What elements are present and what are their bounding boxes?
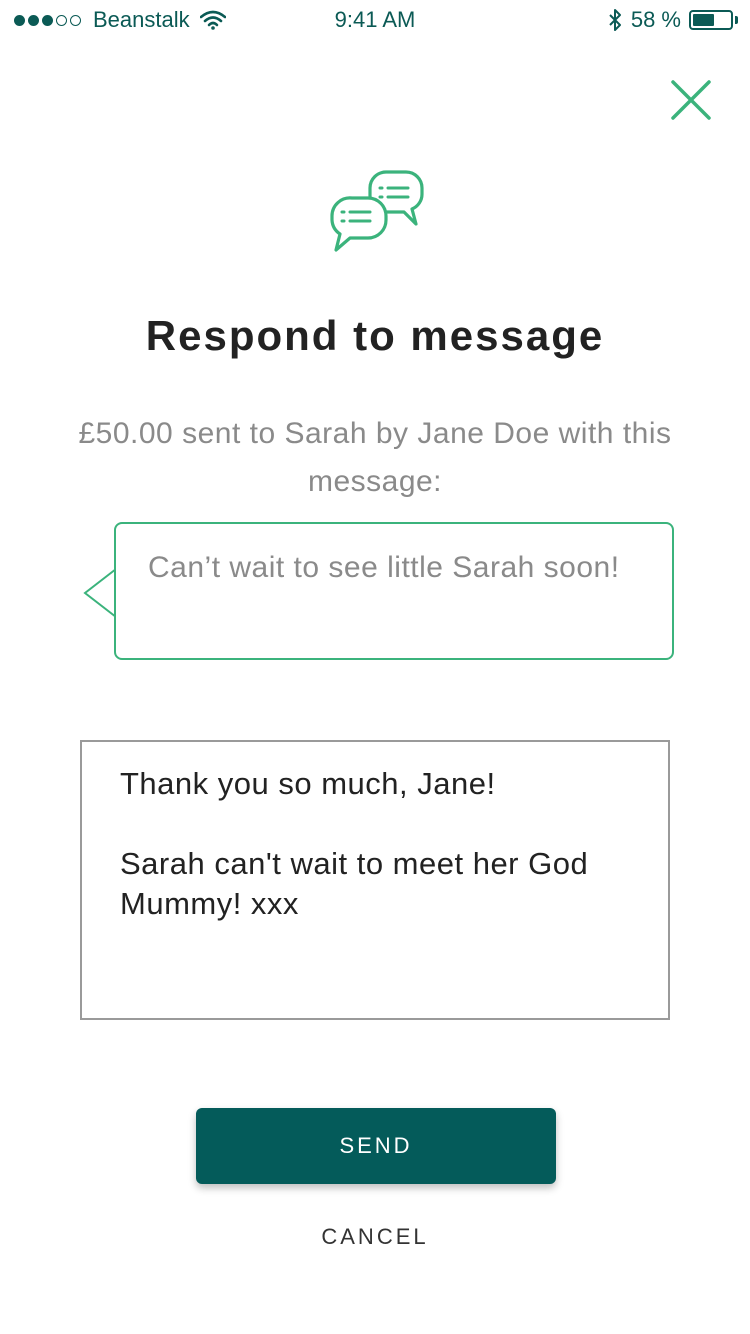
received-message-text: Can’t wait to see little Sarah soon!: [148, 551, 620, 584]
battery-icon: [689, 10, 738, 30]
battery-tip: [735, 16, 738, 24]
message-subtitle: £50.00 sent to Sarah by Jane Doe with th…: [78, 417, 672, 498]
reply-textarea[interactable]: Thank you so much, Jane! Sarah can't wai…: [80, 740, 670, 1020]
chat-bubbles-icon: [330, 170, 424, 252]
battery-percentage: 58 %: [630, 7, 681, 32]
battery-fill: [693, 14, 714, 26]
close-icon[interactable]: [666, 75, 716, 125]
send-button[interactable]: SEND: [196, 1108, 556, 1184]
page-title: Respond to message: [145, 312, 605, 359]
cancel-button[interactable]: CANCEL: [275, 1224, 475, 1260]
respond-to-message-screen: Beanstalk 9:41 AM 58 % Respond to messag…: [0, 0, 750, 1334]
status-bar: Beanstalk 9:41 AM 58 %: [0, 0, 750, 40]
bluetooth-icon: [609, 9, 621, 31]
battery-body: [689, 10, 733, 30]
received-message-bubble: Can’t wait to see little Sarah soon!: [114, 522, 674, 660]
status-right: 58 %: [607, 7, 738, 33]
send-button-label: SEND: [339, 1133, 413, 1158]
bubble-tail: [83, 568, 117, 618]
